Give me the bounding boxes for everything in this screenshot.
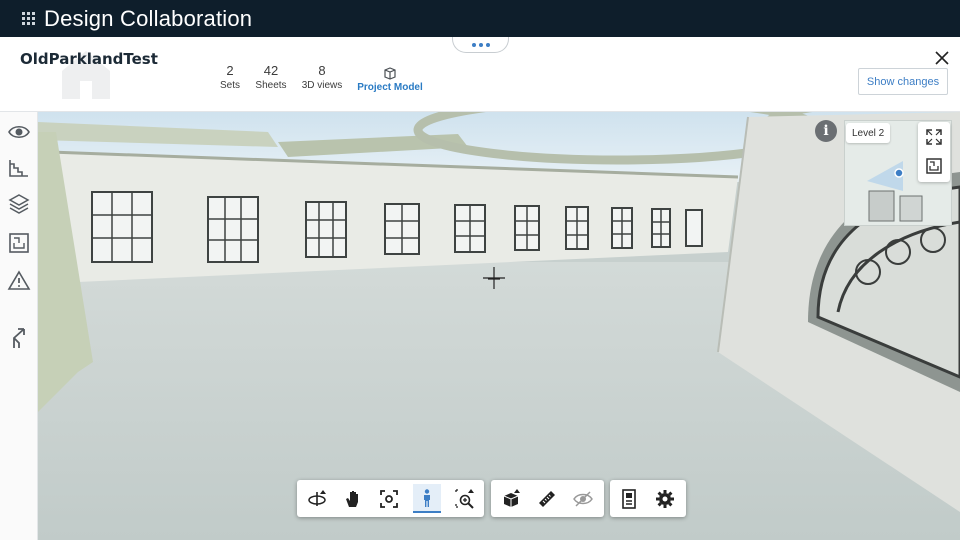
warning-icon[interactable]: [7, 269, 31, 293]
stat-3d-views-value: 8: [318, 63, 326, 78]
app-title: Design Collaboration: [44, 5, 253, 31]
stat-sets[interactable]: 2 Sets: [216, 63, 244, 93]
eye-icon[interactable]: [7, 120, 31, 144]
expand-icon[interactable]: [925, 128, 943, 146]
section-box-icon: [503, 488, 520, 507]
app-switcher-icon[interactable]: [22, 11, 36, 26]
stat-3d-views-label: 3D views: [301, 80, 343, 91]
orbit-tool-button[interactable]: [303, 484, 331, 513]
properties-icon: [622, 488, 636, 509]
minimap-controls: [918, 122, 950, 182]
close-icon[interactable]: [933, 49, 951, 67]
collapse-header-handle[interactable]: [452, 37, 509, 53]
scene-render: [38, 112, 960, 540]
first-person-icon: [424, 488, 430, 507]
stairs-icon[interactable]: [7, 156, 31, 180]
zoom-window-icon: [455, 488, 474, 509]
settings-gear-icon: [656, 489, 674, 508]
visibility-icon: [573, 490, 593, 507]
focus-tool-button[interactable]: [375, 484, 403, 513]
stat-3d-views[interactable]: 8 3D views: [298, 63, 346, 93]
level-selector[interactable]: Level 2: [846, 123, 891, 143]
stat-project-model[interactable]: Project Model: [354, 63, 426, 95]
model-tools-toolbar: [491, 480, 604, 517]
layers-icon[interactable]: [7, 192, 31, 216]
cube-icon: [384, 67, 396, 80]
info-button[interactable]: i: [815, 120, 837, 142]
pan-tool-button[interactable]: [339, 484, 367, 513]
navigation-toolbar: [297, 480, 484, 517]
model-viewport[interactable]: [38, 112, 960, 540]
measure-tool-button[interactable]: [533, 484, 561, 513]
stat-sheets-label: Sheets: [255, 80, 287, 91]
stat-sheets-value: 42: [263, 63, 279, 78]
left-toolbar: [0, 112, 38, 540]
stat-project-model-label: Project Model: [357, 82, 423, 93]
focus-icon: [380, 489, 398, 508]
plan-view-icon[interactable]: [925, 157, 943, 175]
visibility-tool-button[interactable]: [569, 484, 597, 513]
show-changes-button[interactable]: Show changes: [858, 68, 948, 95]
floorplan-icon[interactable]: [7, 231, 31, 255]
branch-icon[interactable]: [7, 326, 31, 350]
settings-tool-button[interactable]: [651, 484, 679, 513]
stat-sets-value: 2: [226, 63, 234, 78]
stat-sets-label: Sets: [219, 80, 240, 91]
app-bar: Design Collaboration: [0, 0, 960, 37]
pan-hand-icon: [346, 490, 358, 507]
properties-tool-button[interactable]: [615, 484, 643, 513]
zoom-window-tool-button[interactable]: [451, 484, 479, 513]
first-person-tool-button[interactable]: [413, 484, 441, 513]
measure-ruler-icon: [539, 490, 555, 507]
settings-toolbar: [610, 480, 686, 517]
stat-sheets[interactable]: 42 Sheets: [252, 63, 290, 93]
orbit-icon: [308, 489, 326, 506]
section-box-tool-button[interactable]: [497, 484, 525, 513]
project-name: OldParklandTest: [20, 50, 158, 68]
